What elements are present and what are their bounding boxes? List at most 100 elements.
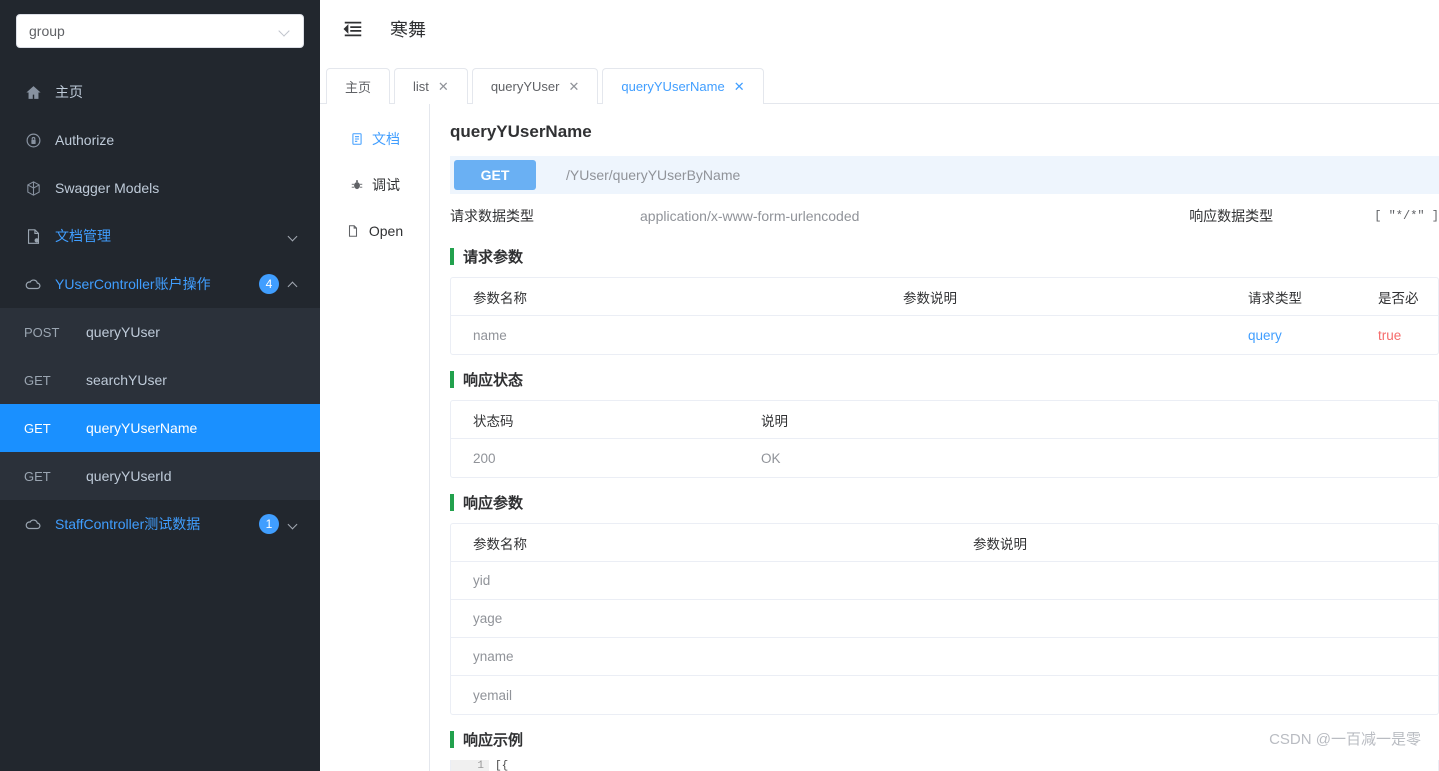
response-example-code-block[interactable]: 1 [{	[450, 760, 1439, 771]
tab-label: queryYUserName	[621, 79, 725, 94]
sidebar-item-label: YUserController账户操作	[55, 276, 211, 292]
tab-list[interactable]: list ✕	[394, 68, 468, 104]
param-name: yage	[473, 611, 503, 626]
sidebar-item-label: Swagger Models	[55, 180, 160, 196]
chevron-down-icon[interactable]	[288, 519, 298, 529]
endpoint-method: GET	[24, 468, 51, 484]
top-bar: 寒舞	[320, 0, 1439, 58]
http-method-badge[interactable]: GET	[454, 160, 536, 190]
vnav-item-document[interactable]: 文档	[320, 116, 429, 162]
endpoint-method: GET	[24, 372, 51, 388]
chevron-down-icon[interactable]	[288, 231, 298, 241]
page-title: 寒舞	[390, 20, 426, 40]
group-select[interactable]: group	[16, 14, 304, 48]
sidebar-item-label: 文档管理	[55, 228, 111, 244]
section-accent-bar	[450, 494, 454, 511]
sidebar-endpoint-list: POST queryYUser GET searchYUser GET quer…	[0, 308, 320, 500]
sidebar-item-swagger-models[interactable]: Swagger Models	[0, 164, 320, 212]
vnav-item-open[interactable]: Open	[320, 208, 429, 254]
tab-queryyusername[interactable]: queryYUserName ✕	[602, 68, 764, 104]
table-header-row: 状态码 说明	[451, 401, 1438, 439]
cloud-icon	[24, 275, 42, 293]
menu-fold-icon[interactable]	[342, 18, 364, 40]
code-line-number: 1	[451, 760, 489, 771]
param-name: yid	[473, 573, 491, 588]
api-url: /YUser/queryYUserByName	[566, 167, 741, 183]
endpoint-name: searchYUser	[86, 372, 167, 388]
response-content-type-label: 响应数据类型	[1189, 208, 1274, 224]
table-header-row: 参数名称 参数说明 请求类型 是否必	[451, 278, 1438, 316]
sidebar-item-badge: 4	[259, 274, 279, 294]
api-url-bar: GET /YUser/queryYUserByName	[450, 156, 1439, 194]
vnav-item-label: 文档	[372, 131, 400, 147]
sidebar-item-document-management[interactable]: 文档管理	[0, 212, 320, 260]
vnav-item-label: 调试	[372, 177, 400, 193]
group-select-value: group	[29, 23, 65, 39]
table-row: name query true	[451, 316, 1438, 354]
endpoint-name: queryYUserId	[86, 468, 172, 484]
api-doc-panel: queryYUserName GET /YUser/queryYUserByNa…	[430, 104, 1439, 771]
sidebar-item-yusercontroller[interactable]: YUserController账户操作 4	[0, 260, 320, 308]
request-content-type-value: application/x-www-form-urlencoded	[640, 208, 860, 224]
table-row: yname	[451, 638, 1438, 676]
param-name: yname	[473, 649, 514, 664]
column-header: 请求类型	[1248, 290, 1302, 306]
file-icon	[346, 224, 361, 239]
response-status-section-title: 响应状态	[450, 369, 1439, 390]
column-header: 参数说明	[903, 290, 957, 306]
param-required: true	[1378, 327, 1402, 343]
sidebar-endpoint-queryyuserid[interactable]: GET queryYUserId	[0, 452, 320, 500]
vnav-item-label: Open	[368, 223, 404, 239]
column-header: 状态码	[473, 413, 514, 429]
table-header-row: 参数名称 参数说明	[451, 524, 1438, 562]
sidebar-item-staffcontroller[interactable]: StaffController测试数据 1	[0, 500, 320, 548]
response-content-type-value: [ "*/*" ]	[1374, 209, 1439, 223]
sidebar-endpoint-searchyuser[interactable]: GET searchYUser	[0, 356, 320, 404]
bug-icon	[349, 178, 364, 193]
tab-label: 主页	[345, 80, 372, 95]
code-line-text: [{	[495, 760, 509, 771]
sidebar-endpoint-queryyuser[interactable]: POST queryYUser	[0, 308, 320, 356]
content-type-row: 请求数据类型 application/x-www-form-urlencoded…	[450, 194, 1439, 238]
table-row: 200 OK	[451, 439, 1438, 477]
endpoint-name: queryYUser	[86, 324, 160, 340]
api-title: queryYUserName	[450, 122, 592, 141]
vnav-item-debug[interactable]: 调试	[320, 162, 429, 208]
home-icon	[24, 83, 42, 101]
sidebar-item-home[interactable]: 主页	[0, 68, 320, 116]
request-params-table: 参数名称 参数说明 请求类型 是否必 name query true	[450, 277, 1439, 355]
tab-close-icon[interactable]: ✕	[734, 80, 745, 93]
tab-home[interactable]: 主页	[326, 68, 391, 104]
lock-icon	[24, 131, 42, 149]
param-type: query	[1248, 327, 1282, 343]
sidebar-item-label: Authorize	[55, 132, 115, 148]
main-area: 寒舞 主页 list ✕ queryYUser ✕ queryYUserName…	[320, 0, 1439, 771]
section-label: 请求参数	[463, 249, 524, 266]
sidebar-item-label: StaffController测试数据	[55, 516, 201, 532]
tab-queryyuser[interactable]: queryYUser ✕	[471, 68, 599, 104]
document-icon	[349, 132, 364, 147]
sidebar-nav: 主页 Authorize Swagger Models 文档管理 YUserCo…	[0, 68, 320, 548]
content-area: 文档 调试 Open queryYUserName GET /YUser/que…	[320, 104, 1439, 771]
table-row: yage	[451, 600, 1438, 638]
column-header: 说明	[761, 413, 788, 429]
tab-label: list	[413, 79, 429, 94]
table-row: yid	[451, 562, 1438, 600]
document-gear-icon	[24, 227, 42, 245]
section-accent-bar	[450, 248, 454, 265]
endpoint-method: GET	[24, 420, 51, 436]
param-name: yemail	[473, 687, 513, 703]
status-desc: OK	[761, 450, 781, 466]
request-content-type-label: 请求数据类型	[450, 208, 534, 224]
tab-close-icon[interactable]: ✕	[438, 80, 449, 93]
tab-close-icon[interactable]: ✕	[568, 80, 579, 93]
sidebar-endpoint-queryyusername[interactable]: GET queryYUserName	[0, 404, 320, 452]
sidebar-item-authorize[interactable]: Authorize	[0, 116, 320, 164]
response-params-table: 参数名称 参数说明 yid yage yname yemail	[450, 523, 1439, 715]
chevron-up-icon[interactable]	[288, 279, 298, 289]
request-params-section-title: 请求参数	[450, 246, 1439, 267]
response-status-table: 状态码 说明 200 OK	[450, 400, 1439, 478]
tab-bar: 主页 list ✕ queryYUser ✕ queryYUserName ✕	[320, 58, 1439, 104]
cloud-icon	[24, 515, 42, 533]
section-accent-bar	[450, 731, 454, 748]
